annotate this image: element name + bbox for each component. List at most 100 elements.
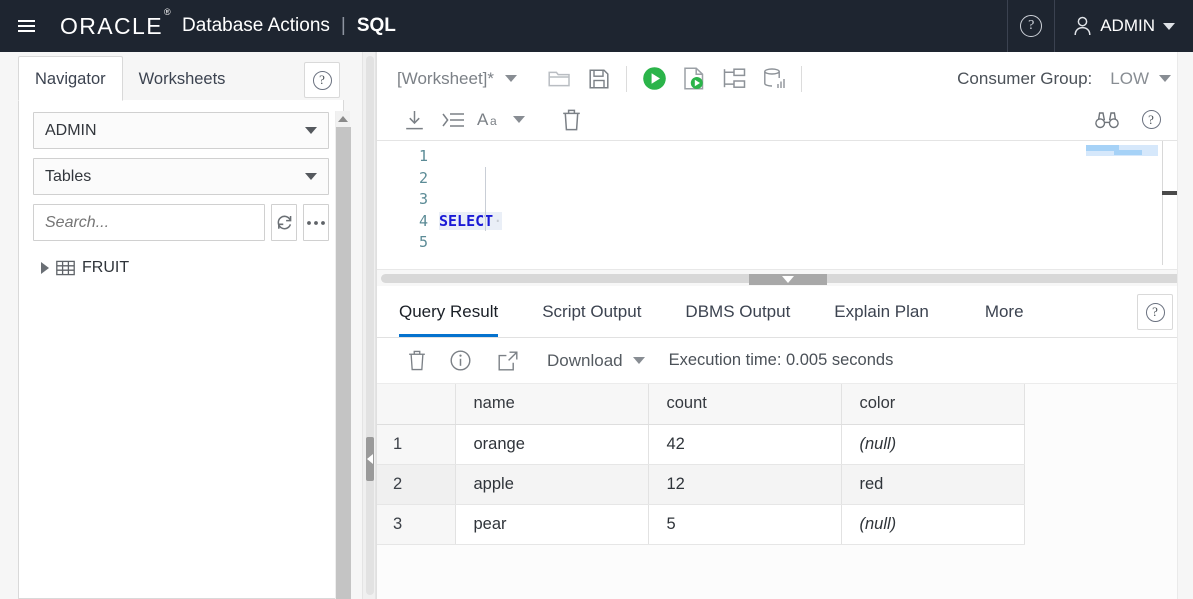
question-circle-icon: ? [1145,302,1165,322]
more-options-button[interactable] [303,204,329,241]
collapse-panel-handle[interactable] [366,437,374,481]
navigator-vertical-scrollbar[interactable] [335,111,351,599]
hamburger-line [17,30,35,32]
caret-down-icon [1159,75,1171,82]
grid-column-header-color[interactable]: color [841,384,1025,425]
download-results-menu[interactable]: Download [547,351,645,371]
results-info-button[interactable] [437,344,483,378]
font-size-button[interactable]: A a [475,103,527,137]
grid-cell-color[interactable]: (null) [841,504,1025,545]
header-help-button[interactable]: ? [1008,0,1054,52]
registered-mark: ® [163,6,173,17]
editor-line-numbers: 1 2 3 4 5 [377,146,439,269]
line-number: 2 [418,168,428,187]
grid-cell-color[interactable]: (null) [841,424,1025,465]
grid-row-number: 1 [377,424,456,465]
save-button[interactable] [579,62,619,96]
download-worksheet-button[interactable] [397,103,431,137]
grid-cell-name[interactable]: pear [455,504,649,545]
tab-more[interactable]: More [951,286,1058,337]
tab-navigator[interactable]: Navigator [18,56,123,101]
object-type-select[interactable]: Tables [33,158,329,195]
collapse-editor-handle[interactable] [749,274,827,285]
scroll-up-button[interactable] [336,111,350,127]
autotrace-button[interactable] [754,62,794,96]
scrollbar-thumb[interactable] [336,127,351,599]
results-help-button[interactable]: ? [1137,294,1173,330]
worksheet-name-menu[interactable]: [Worksheet]* [397,68,518,89]
app-body: Navigator Worksheets ? ADMIN Tables Sear… [0,52,1193,599]
grid-cell-name[interactable]: orange [455,424,649,465]
explain-plan-button[interactable] [714,62,754,96]
refresh-button[interactable] [271,204,297,241]
results-grid-container[interactable]: name count color 1 orange 42 (null) 2 ap… [377,384,1193,599]
editor-minimap[interactable] [1086,145,1158,157]
tab-script-output[interactable]: Script Output [520,286,663,337]
explain-plan-icon [723,68,746,89]
open-file-button[interactable] [539,62,579,96]
binoculars-icon [1095,111,1119,129]
worksheet-help-button[interactable]: ? [1131,103,1171,137]
consumer-group-select[interactable]: LOW [1110,69,1171,89]
worksheet-toolbar-row-1: [Worksheet]* Consumer Group: LOW [377,58,1193,99]
open-results-in-new-tab-button[interactable] [485,344,531,378]
tree-item-fruit[interactable]: FRUIT [33,255,329,281]
format-icon [441,111,465,129]
format-sql-button[interactable] [431,103,475,137]
tab-dbms-output[interactable]: DBMS Output [663,286,812,337]
schema-select[interactable]: ADMIN [33,112,329,149]
svg-text:A: A [477,110,489,129]
grid-cell-count[interactable]: 42 [648,424,842,465]
tab-explain-plan[interactable]: Explain Plan [812,286,951,337]
caret-down-icon [305,173,317,180]
save-icon [589,68,609,89]
tab-worksheets[interactable]: Worksheets [123,57,242,101]
triangle-left-icon [367,454,373,464]
trash-icon [408,350,426,371]
worksheet-toolbar: [Worksheet]* Consumer Group: LOW A a ? [377,52,1193,140]
triangle-right-icon[interactable] [41,262,49,274]
results-tabstrip: Query Result Script Output DBMS Output E… [377,286,1193,338]
user-menu[interactable]: ADMIN [1055,0,1193,52]
app-title: Database Actions [182,15,330,36]
navigator-help-button[interactable]: ? [304,62,340,98]
consumer-group-control: Consumer Group: LOW [957,69,1193,89]
clear-worksheet-button[interactable] [551,103,591,137]
autotrace-icon [763,67,786,90]
schema-select-value: ADMIN [45,121,97,139]
search-input[interactable] [33,204,265,241]
grid-header-row: name count color [377,384,1025,425]
caret-down-icon [632,357,645,364]
editor-code[interactable]: SELECT· ·····f.json_document.name, ·····… [439,146,683,269]
hamburger-menu-icon[interactable] [0,0,52,52]
table-row[interactable]: 3 pear 5 (null) [377,504,1025,545]
line-number: 5 [418,233,428,251]
editor-results-splitter[interactable] [377,269,1193,286]
caret-down-icon [513,116,525,123]
run-statement-icon [642,66,667,91]
grid-row-number: 3 [377,504,456,545]
oracle-logo: ORACLE® [60,7,171,40]
tab-query-result[interactable]: Query Result [377,286,520,337]
sql-editor-content[interactable]: 1 2 3 4 5 SELECT· ·····f.json_document.n… [377,141,1193,269]
minimap-code-block [1114,150,1142,155]
refresh-icon [275,213,294,232]
right-edge-strip [1177,52,1193,599]
grid-column-header-name[interactable]: name [455,384,649,425]
grid-cell-count[interactable]: 12 [648,464,842,505]
execution-time-label: Execution time: 0.005 seconds [668,351,894,369]
grid-cell-count[interactable]: 5 [648,504,842,545]
sql-editor[interactable]: 1 2 3 4 5 SELECT· ·····f.json_document.n… [377,140,1193,269]
table-row[interactable]: 1 orange 42 (null) [377,424,1025,465]
table-row[interactable]: 2 apple 12 red [377,464,1025,505]
grid-cell-color[interactable]: red [841,464,1025,505]
hamburger-line [17,20,35,22]
worksheet-name-label: [Worksheet]* [397,68,495,88]
panel-splitter[interactable] [362,52,376,599]
clear-results-button[interactable] [399,344,435,378]
run-statement-button[interactable] [634,62,674,96]
grid-cell-name[interactable]: apple [455,464,649,505]
find-button[interactable] [1087,103,1127,137]
grid-column-header-count[interactable]: count [648,384,842,425]
run-script-button[interactable] [674,62,714,96]
